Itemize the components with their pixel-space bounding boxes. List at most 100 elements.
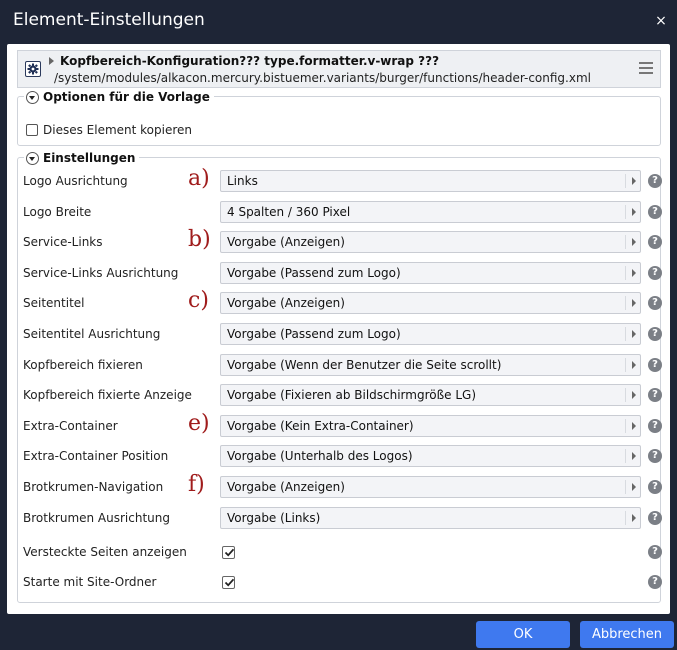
annotation-marker: e): [188, 410, 210, 436]
hamburger-menu-icon[interactable]: [639, 62, 653, 74]
help-icon[interactable]: ?: [648, 296, 662, 311]
setting-value: 4 Spalten / 360 Pixel: [227, 204, 351, 219]
setting-value: Links: [227, 174, 258, 188]
dialog-body: Kopfbereich-Konfiguration??? type.format…: [7, 44, 670, 614]
setting-value: Vorgabe (Wenn der Benutzer die Seite scr…: [227, 357, 502, 372]
annotation-marker: b): [188, 227, 211, 253]
dialog-titlebar: Element-Einstellungen ×: [0, 0, 677, 44]
select-divider: [625, 480, 626, 494]
setting-select[interactable]: Links: [220, 170, 641, 192]
select-divider: [625, 204, 626, 219]
select-divider: [625, 296, 626, 311]
help-icon[interactable]: ?: [648, 480, 662, 494]
select-divider: [625, 388, 626, 403]
annotation-marker: c): [188, 288, 209, 314]
setting-row: Logo Ausrichtung a) Links?: [7, 166, 670, 195]
close-icon[interactable]: ×: [655, 14, 667, 28]
gear-icon[interactable]: [25, 61, 41, 77]
setting-select[interactable]: Vorgabe (Wenn der Benutzer die Seite scr…: [220, 353, 641, 376]
collapse-toggle-icon[interactable]: [26, 151, 39, 165]
help-icon[interactable]: ?: [648, 235, 662, 250]
setting-row: Brotkrumen Ausrichtung Vorgabe (Links)?: [7, 506, 670, 532]
setting-row: Extra-Container e) Vorgabe (Kein Extra-Con…: [7, 410, 670, 440]
setting-row: Seitentitel Ausrichtung Vorgabe (Passend …: [7, 322, 670, 348]
setting-select[interactable]: Vorgabe (Anzeigen): [220, 292, 641, 315]
setting-select[interactable]: Vorgabe (Kein Extra-Container): [220, 414, 641, 437]
setting-value: Vorgabe (Unterhalb des Logos): [227, 449, 413, 464]
chevron-right-icon: [632, 483, 636, 491]
template-options-title: Optionen für die Vorlage: [43, 90, 210, 104]
setting-check-row: Starte mit Site-Ordner?: [7, 570, 670, 596]
chevron-right-icon: [632, 513, 636, 522]
chevron-right-icon: [632, 177, 636, 185]
help-icon[interactable]: ?: [648, 449, 662, 464]
setting-label: Logo Ausrichtung: [23, 174, 128, 188]
element-header: Kopfbereich-Konfiguration??? type.format…: [17, 50, 661, 88]
setting-select[interactable]: 4 Spalten / 360 Pixel: [220, 200, 641, 223]
annotation-marker: a): [188, 166, 210, 191]
help-icon[interactable]: ?: [648, 418, 662, 433]
setting-select[interactable]: Vorgabe (Anzeigen): [220, 231, 641, 254]
checkmark-icon: [224, 578, 235, 587]
settings-legend: Einstellungen: [24, 150, 140, 166]
chevron-right-icon: [632, 391, 636, 400]
setting-checkbox[interactable]: [222, 546, 235, 560]
chevron-right-icon: [632, 330, 636, 338]
help-icon[interactable]: ?: [648, 265, 662, 280]
copy-element-checkbox[interactable]: [26, 124, 38, 136]
setting-value: Vorgabe (Anzeigen): [227, 235, 345, 250]
setting-label: Logo Breite: [23, 204, 92, 219]
setting-value: Vorgabe (Links): [227, 510, 321, 525]
setting-value: Vorgabe (Passend zum Logo): [227, 327, 401, 341]
setting-row: Service-Links b) Vorgabe (Anzeigen)?: [7, 227, 670, 256]
setting-value: Vorgabe (Fixieren ab Bildschirmgröße LG): [227, 388, 477, 403]
setting-check-row: Versteckte Seiten anzeigen?: [7, 540, 670, 566]
setting-label: Seitentitel: [23, 296, 85, 311]
setting-row: Kopfbereich fixieren Vorgabe (Wenn der Be…: [7, 353, 670, 379]
cancel-button[interactable]: Abbrechen: [580, 621, 674, 648]
help-icon[interactable]: ?: [648, 327, 662, 341]
select-divider: [625, 357, 626, 372]
setting-select[interactable]: Vorgabe (Anzeigen): [220, 476, 641, 498]
chevron-right-icon: [632, 360, 636, 369]
settings-title: Einstellungen: [43, 151, 136, 165]
setting-label: Extra-Container: [23, 418, 118, 433]
help-icon[interactable]: ?: [648, 174, 662, 188]
setting-row: Service-Links Ausrichtung Vorgabe (Passen…: [7, 261, 670, 287]
select-divider: [625, 327, 626, 341]
collapse-toggle-icon[interactable]: [26, 90, 39, 104]
template-options-group: Optionen für die Vorlage Dieses Element …: [17, 89, 661, 146]
setting-value: Vorgabe (Anzeigen): [227, 296, 345, 311]
chevron-right-icon: [632, 421, 636, 430]
help-icon[interactable]: ?: [648, 204, 662, 219]
setting-label: Service-Links: [23, 235, 103, 250]
help-icon[interactable]: ?: [648, 575, 662, 590]
setting-value: Vorgabe (Passend zum Logo): [227, 265, 401, 280]
annotation-marker: f): [188, 472, 205, 497]
element-path: /system/modules/alkacon.mercury.bistueme…: [54, 71, 591, 85]
element-settings-dialog: Element-Einstellungen × Kopfbereich-Konf…: [0, 0, 677, 650]
setting-value: Vorgabe (Kein Extra-Container): [227, 418, 414, 433]
setting-row: Seitentitel c) Vorgabe (Anzeigen)?: [7, 288, 670, 317]
select-divider: [625, 265, 626, 280]
help-icon[interactable]: ?: [648, 357, 662, 372]
chevron-right-icon: [632, 238, 636, 247]
setting-select[interactable]: Vorgabe (Passend zum Logo): [220, 323, 641, 345]
select-divider: [625, 418, 626, 433]
help-icon[interactable]: ?: [648, 510, 662, 525]
help-icon[interactable]: ?: [648, 388, 662, 403]
setting-checkbox[interactable]: [222, 576, 235, 590]
select-divider: [625, 235, 626, 250]
setting-select[interactable]: Vorgabe (Fixieren ab Bildschirmgröße LG): [220, 384, 641, 407]
setting-label: Versteckte Seiten anzeigen: [23, 545, 187, 560]
setting-label: Extra-Container Position: [23, 449, 169, 464]
ok-button[interactable]: OK: [476, 621, 570, 648]
setting-select[interactable]: Vorgabe (Unterhalb des Logos): [220, 445, 641, 468]
setting-select[interactable]: Vorgabe (Links): [220, 506, 641, 529]
setting-select[interactable]: Vorgabe (Passend zum Logo): [220, 261, 641, 284]
dialog-footer: OK Abbrechen: [0, 614, 677, 650]
expand-triangle-icon[interactable]: [49, 57, 54, 65]
setting-label: Starte mit Site-Ordner: [23, 575, 157, 590]
help-icon[interactable]: ?: [648, 545, 662, 560]
chevron-right-icon: [632, 268, 636, 277]
